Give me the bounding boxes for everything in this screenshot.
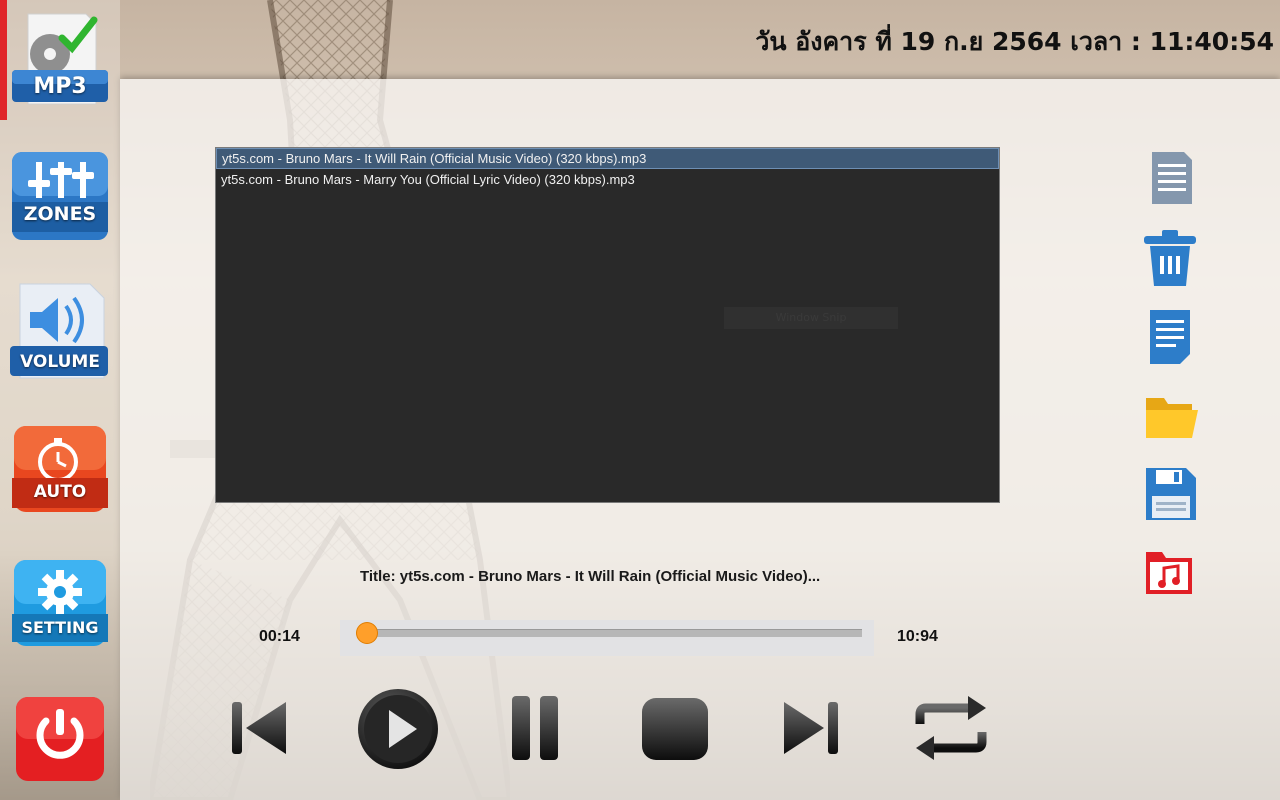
- document-icon: [1152, 152, 1192, 204]
- open-folder-button[interactable]: [1140, 388, 1200, 448]
- stopwatch-icon: [12, 426, 108, 512]
- sidebar-item-power[interactable]: [10, 695, 110, 785]
- now-playing-title: Title: yt5s.com - Bruno Mars - It Will R…: [360, 568, 821, 585]
- playlist-item[interactable]: yt5s.com - Bruno Mars - Marry You (Offic…: [216, 169, 999, 190]
- progress-bar[interactable]: [340, 620, 874, 656]
- equalizer-sliders-icon: [12, 152, 108, 240]
- stop-icon: [642, 698, 708, 760]
- text-file-icon: [1150, 310, 1190, 364]
- save-button[interactable]: [1140, 464, 1200, 524]
- date-time-display: วัน อังคาร ที่ 19 ก.ย 2564 เวลา : 11:40:…: [755, 27, 1274, 56]
- next-button[interactable]: [778, 688, 844, 768]
- sidebar-item-zones[interactable]: ZONES: [10, 150, 110, 245]
- text-file-button[interactable]: [1140, 306, 1200, 366]
- play-icon: [358, 689, 438, 769]
- sidebar-item-label: MP3: [33, 74, 87, 99]
- music-folder-icon: [1146, 552, 1192, 594]
- sidebar-item-label: AUTO: [33, 482, 87, 502]
- total-duration: 10:94: [897, 628, 938, 645]
- previous-icon: [232, 702, 286, 754]
- progress-knob[interactable]: [357, 623, 377, 643]
- stop-button[interactable]: [638, 688, 712, 768]
- elapsed-time: 00:14: [259, 628, 300, 645]
- sidebar-item-label: VOLUME: [20, 352, 100, 372]
- sidebar-item-label: ZONES: [23, 203, 97, 225]
- power-icon: [16, 697, 104, 781]
- repeat-button[interactable]: [912, 688, 990, 768]
- playlist[interactable]: yt5s.com - Bruno Mars - It Will Rain (Of…: [215, 147, 1000, 503]
- mp3-disc-check-icon: [12, 13, 108, 105]
- playlist-item[interactable]: yt5s.com - Bruno Mars - It Will Rain (Of…: [216, 148, 999, 169]
- repeat-icon: [915, 696, 987, 760]
- window-snip-ghost: Window Snip: [724, 307, 898, 329]
- save-icon: [1146, 468, 1196, 520]
- sidebar-item-setting[interactable]: SETTING: [10, 558, 110, 650]
- document-button[interactable]: [1140, 148, 1200, 208]
- previous-button[interactable]: [226, 688, 292, 768]
- sidebar-item-volume[interactable]: VOLUME: [10, 282, 110, 382]
- music-folder-button[interactable]: [1140, 544, 1200, 604]
- sidebar-item-auto[interactable]: AUTO: [10, 424, 110, 516]
- pause-icon: [512, 696, 558, 760]
- delete-button[interactable]: [1140, 228, 1200, 288]
- play-button[interactable]: [355, 686, 441, 772]
- next-icon: [784, 702, 838, 754]
- sidebar: MP3 ZONES VOLUME AUTO SETTING: [0, 0, 120, 800]
- folder-icon: [1146, 398, 1198, 438]
- sidebar-item-label: SETTING: [21, 618, 99, 637]
- active-indicator: [0, 0, 7, 120]
- progress-track[interactable]: [362, 629, 862, 637]
- trash-icon: [1144, 230, 1196, 286]
- sidebar-item-mp3[interactable]: MP3: [10, 8, 110, 118]
- pause-button[interactable]: [506, 688, 564, 768]
